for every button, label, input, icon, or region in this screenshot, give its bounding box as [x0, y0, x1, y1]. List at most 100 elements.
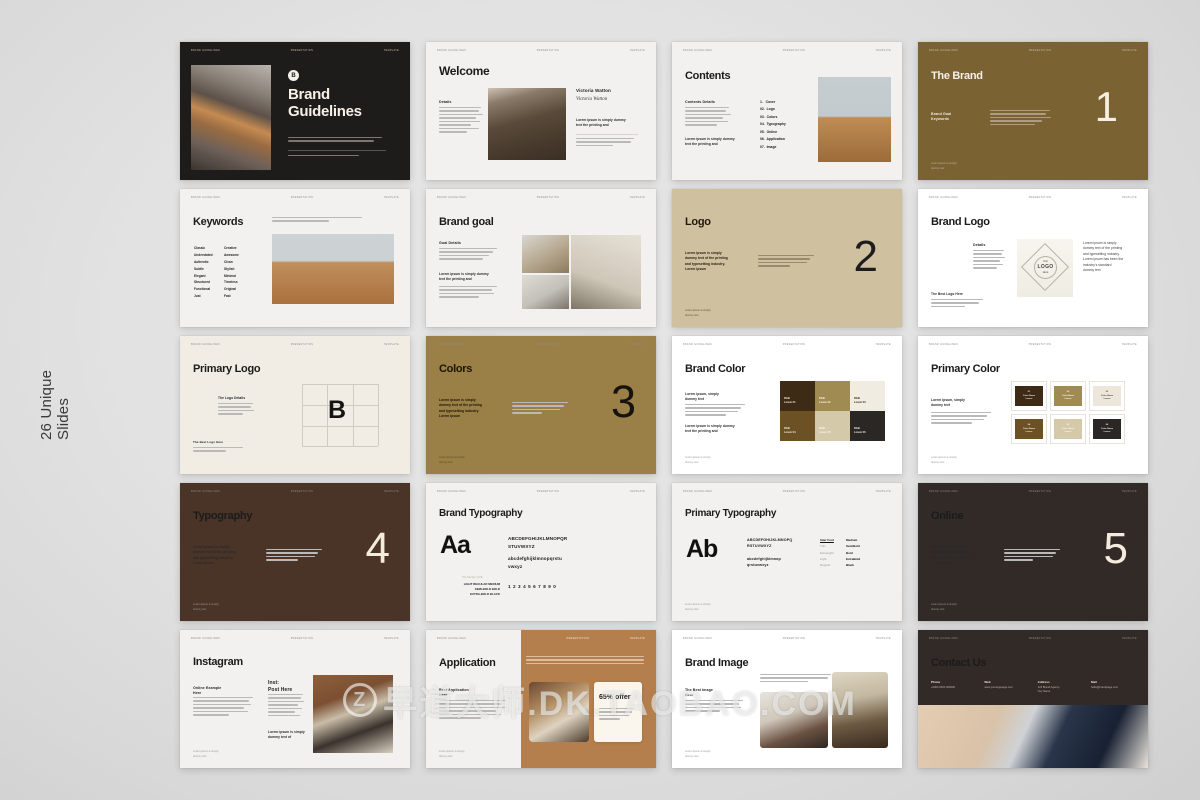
field-label: Web [984, 680, 991, 684]
slide-thumbnail-welcome[interactable]: BRAND GUIDELINES PRESENTATION TEMPLATE W… [426, 42, 656, 180]
color-card[interactable]: 02 Color Name Lorem [1050, 381, 1086, 411]
color-swatch[interactable]: RGB Lorem 05 [815, 411, 850, 441]
color-swatch[interactable]: RGB Lorem 04 [780, 411, 815, 441]
slide-thumbnail-primary-typography[interactable]: BRAND GUIDELINES PRESENTATION TEMPLATE P… [672, 483, 902, 621]
slide-footer: Lorem ipsum is simply dummy text [193, 603, 219, 611]
keywords-photo [272, 234, 394, 304]
slide-thumbnail-contents[interactable]: BRAND GUIDELINES PRESENTATION TEMPLATE C… [672, 42, 902, 180]
header-right: TEMPLATE [383, 343, 399, 346]
slide-thumbnail-brand-image[interactable]: BRAND GUIDELINES PRESENTATION TEMPLATE B… [672, 630, 902, 768]
offer-card: 65% offer [594, 682, 642, 742]
logo-details-label: The Logo Details [218, 396, 246, 400]
slide-thumbnail-keywords[interactable]: BRAND GUIDELINES PRESENTATION TEMPLATE K… [180, 189, 410, 327]
list-item[interactable]: 1. Cover [760, 99, 786, 106]
slide-thumbnail-brand-typography[interactable]: BRAND GUIDELINES PRESENTATION TEMPLATE B… [426, 483, 656, 621]
instagram-lines [193, 697, 255, 718]
page-title: Online [931, 510, 964, 522]
page-title: Contents [685, 70, 731, 82]
cover-divider [288, 150, 386, 151]
color-card[interactable]: 04 Color Name Lorem [1011, 414, 1047, 444]
header-left: BRAND GUIDELINES [437, 343, 467, 346]
list-item[interactable]: 02. Logo [760, 106, 786, 113]
swatch-code: RGB [784, 426, 790, 430]
offer-lines [599, 708, 637, 722]
slide-thumbnail-typography[interactable]: BRAND GUIDELINES PRESENTATION TEMPLATE T… [180, 483, 410, 621]
brand-color-lines [685, 404, 747, 418]
slide-thumbnail-brand-color[interactable]: BRAND GUIDELINES PRESENTATION TEMPLATE B… [672, 336, 902, 474]
header-right: TEMPLATE [629, 490, 645, 493]
grid-line [377, 384, 378, 446]
primary-color-card-grid: 01 Color Name Lorem 02 Color Name Lorem 03… [1011, 381, 1125, 444]
slide-footer: Lorem ipsum is simply dummy text [931, 603, 957, 611]
type-specimen: Ab [686, 535, 718, 563]
color-card[interactable]: 01 Color Name Lorem [1011, 381, 1047, 411]
font-weights-list: LIGHT REGULAR MEDIUM SEMI-BOLD BOLD EXTR… [463, 582, 500, 597]
slide-thumbnail-primary-color[interactable]: BRAND GUIDELINES PRESENTATION TEMPLATE P… [918, 336, 1148, 474]
slide-thumbnail-the-brand[interactable]: BRAND GUIDELINES PRESENTATION TEMPLATE T… [918, 42, 1148, 180]
list-item[interactable]: 05. Online [760, 129, 786, 136]
header-left: BRAND GUIDELINES [683, 637, 713, 640]
typography-body-lines [266, 549, 324, 563]
list-item[interactable]: 07. Image [760, 144, 786, 151]
header-right: TEMPLATE [875, 490, 891, 493]
cover-photo [191, 65, 271, 170]
brand-image-photo-2 [832, 672, 888, 748]
color-swatch[interactable]: RGB Lorem 03 [850, 381, 885, 411]
welcome-quote: Lorem ipsum is simply dummy text the pri… [576, 118, 626, 128]
list-item[interactable]: 06. Application [760, 136, 786, 143]
post-label: Inst: Post Here [268, 680, 293, 694]
keyword-item: Authentic [194, 259, 209, 264]
best-application-label: Best Application Here [439, 688, 469, 698]
colors-body: Lorem ipsum is simply dummy text of the … [439, 398, 482, 419]
header-right: TEMPLATE [1121, 490, 1137, 493]
slide-number: 3 [610, 376, 636, 427]
page-title: Brand goal [439, 216, 494, 228]
slide-footer: Lorem ipsum is simply dummy text [685, 750, 711, 758]
header-right: TEMPLATE [1121, 49, 1137, 52]
color-swatch[interactable]: RGB Lorem 02 [815, 381, 850, 411]
header-center: PRESENTATION [1028, 490, 1052, 493]
slide-thumbnail-cover[interactable]: BRAND GUIDELINES PRESENTATION TEMPLATE B… [180, 42, 410, 180]
color-card[interactable]: 05 Color Name Lorem [1050, 414, 1086, 444]
card-number: 02 [1066, 391, 1070, 393]
page-title: Primary Color [931, 363, 1000, 375]
slide-thumbnail-contact-us[interactable]: BRAND GUIDELINES PRESENTATION TEMPLATE C… [918, 630, 1148, 768]
page-title: The Brand [931, 70, 983, 82]
color-card[interactable]: 06 Color Name Lorem [1089, 414, 1125, 444]
color-swatch[interactable]: RGB Lorem 01 [780, 381, 815, 411]
list-item[interactable]: 03. Colors [760, 114, 786, 121]
goal-photo-2 [522, 275, 569, 309]
header-left: BRAND GUIDELINES [191, 490, 221, 493]
field-value: 123 Brand Agency City Name [1037, 686, 1060, 694]
contents-lines [685, 107, 733, 128]
goal-subhead: Lorem ipsum is simply dummy text the pri… [439, 272, 489, 282]
welcome-footer-lines [576, 138, 638, 148]
slide-thumbnail-colors[interactable]: BRAND GUIDELINES PRESENTATION TEMPLATE C… [426, 336, 656, 474]
slide-footer: Lorem ipsum is simply dummy text [685, 456, 711, 464]
header-left: BRAND GUIDELINES [929, 196, 959, 199]
list-item[interactable]: 04. Typography [760, 121, 786, 128]
primary-logo-lines [218, 403, 256, 417]
card-number: 01 [1027, 391, 1031, 393]
post-footer: Lorem ipsum is simply dummy text of [268, 730, 305, 740]
keyword-item: Subtle [194, 266, 204, 271]
slide-thumbnail-brand-goal[interactable]: BRAND GUIDELINES PRESENTATION TEMPLATE B… [426, 189, 656, 327]
slide-header: BRAND GUIDELINES PRESENTATION TEMPLATE [683, 196, 891, 199]
color-swatch-grid: RGB Lorem 01 RGB Lorem 02 RGB Lorem 03 RGB L… [780, 381, 885, 441]
slide-thumbnail-logo[interactable]: BRAND GUIDELINES PRESENTATION TEMPLATE L… [672, 189, 902, 327]
contact-field: Mail hello@brandpage.com [1091, 680, 1137, 695]
swatch-code: RGB [819, 426, 825, 430]
grid-line [302, 426, 378, 427]
keyword-item: Classic [194, 246, 206, 250]
swatch-code: RGB [784, 396, 790, 400]
weight-label: Regular [820, 563, 831, 568]
slide-header: BRAND GUIDELINES PRESENTATION TEMPLATE [683, 343, 891, 346]
header-left: BRAND GUIDELINES [683, 343, 713, 346]
slide-thumbnail-application[interactable]: BRAND GUIDELINES PRESENTATION TEMPLATE A… [426, 630, 656, 768]
slide-thumbnail-brand-logo[interactable]: BRAND GUIDELINES PRESENTATION TEMPLATE B… [918, 189, 1148, 327]
slide-thumbnail-instagram[interactable]: BRAND GUIDELINES PRESENTATION TEMPLATE I… [180, 630, 410, 768]
color-swatch[interactable]: RGB Lorem 06 [850, 411, 885, 441]
slide-thumbnail-primary-logo[interactable]: BRAND GUIDELINES PRESENTATION TEMPLATE P… [180, 336, 410, 474]
slide-thumbnail-online[interactable]: BRAND GUIDELINES PRESENTATION TEMPLATE O… [918, 483, 1148, 621]
color-card[interactable]: 03 Color Name Lorem [1089, 381, 1125, 411]
